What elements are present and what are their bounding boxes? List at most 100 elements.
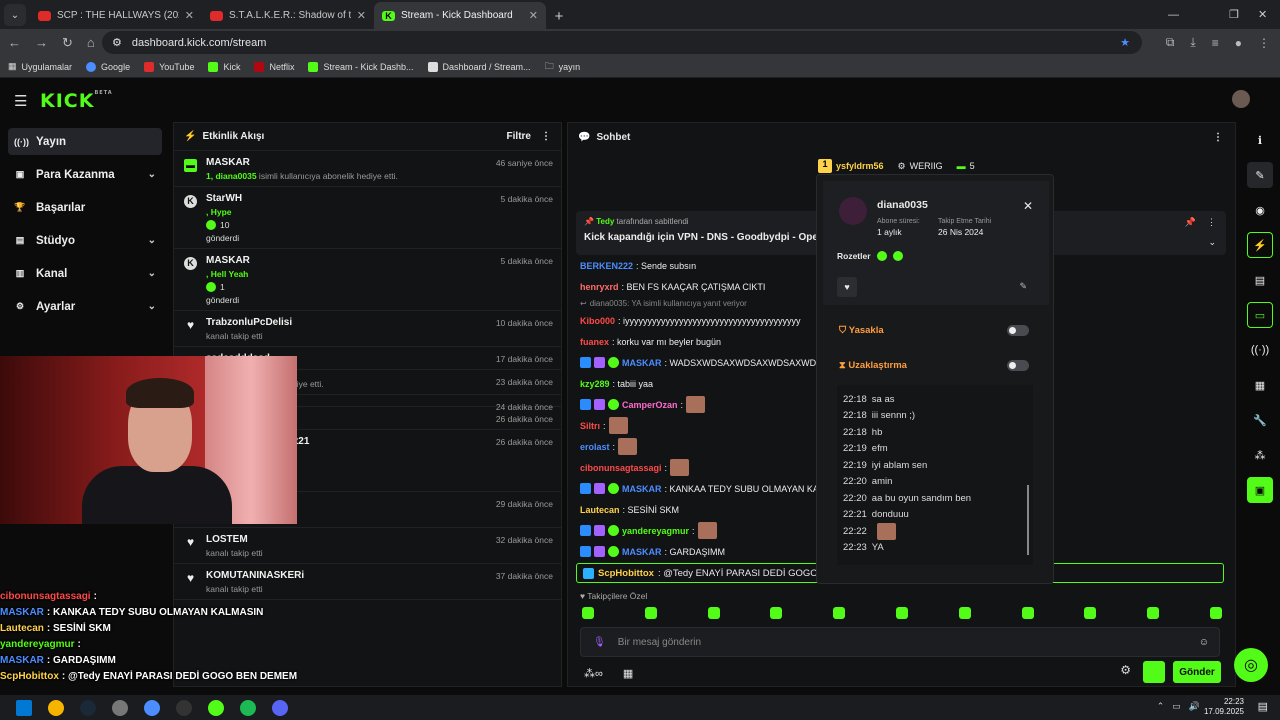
sidebar-item-studyo[interactable]: ▤ Stüdyo ⌄	[8, 227, 162, 254]
points-icon[interactable]: ⁂∞	[584, 667, 603, 680]
browser-tab[interactable]: SCP : THE HALLWAYS (2025) | E ✕	[30, 2, 202, 29]
wrench-icon[interactable]: 🔧	[1247, 407, 1273, 433]
feed-item[interactable]: K StarWH 5 dakika önce, Hype 10 gönderdi	[174, 187, 561, 249]
chat-username[interactable]: kzy289	[580, 379, 610, 389]
chat-username[interactable]: ScpHobittox	[598, 568, 654, 579]
chat-username[interactable]: cibonunsagtassagi	[580, 463, 662, 473]
kick-icon[interactable]	[208, 699, 224, 716]
sidebar-item-basarilar[interactable]: 🏆 Başarılar	[8, 194, 162, 221]
scrollbar[interactable]	[1027, 485, 1029, 555]
emote-icon[interactable]	[833, 607, 846, 619]
profile-icon[interactable]: ●	[1235, 36, 1242, 50]
chat-settings-icon[interactable]: ⚙	[1120, 663, 1131, 677]
chat-username[interactable]: MASKAR	[622, 547, 662, 557]
back-icon[interactable]: ←	[8, 35, 21, 50]
sidebar-item-ayarlar[interactable]: ⚙ Ayarlar ⌄	[8, 293, 162, 320]
emote-icon[interactable]	[1209, 607, 1222, 619]
forward-icon[interactable]: →	[35, 35, 48, 50]
sidebar-item-yayin[interactable]: ((·)) Yayın	[8, 128, 162, 155]
close-tab-icon[interactable]: ✕	[357, 9, 366, 22]
kick-logo[interactable]: KICKBETA	[40, 90, 113, 112]
close-icon[interactable]: ✕	[1023, 199, 1033, 213]
menu-icon[interactable]: ⋮	[1258, 36, 1270, 50]
info-icon[interactable]: ℹ	[1247, 127, 1273, 153]
sidebar-item-kanal[interactable]: ▥ Kanal ⌄	[8, 260, 162, 287]
site-info-icon[interactable]: ⚙	[112, 36, 122, 49]
more-options-icon[interactable]: ⋮	[1213, 132, 1223, 143]
capture-icon[interactable]: ◉	[1247, 197, 1273, 223]
feed-item[interactable]: ♥ TrabzonluPcDelisi 10 dakika önce kanalı t…	[174, 311, 561, 347]
emote-icon[interactable]	[644, 607, 657, 619]
chat-username[interactable]: yandereyagmur	[622, 526, 689, 536]
minimize-icon[interactable]: —	[1168, 0, 1179, 29]
leaderboard-user[interactable]: ysfyldrm56	[836, 161, 884, 171]
emote-icon[interactable]	[707, 607, 720, 619]
chevron-down-icon[interactable]: ⌄	[1208, 237, 1216, 248]
app-icon[interactable]	[144, 699, 160, 716]
emote-icon[interactable]	[895, 607, 908, 619]
network-icon[interactable]: ▭	[1172, 701, 1181, 712]
close-window-icon[interactable]: ✕	[1258, 0, 1267, 29]
bookmark-kick[interactable]: Kick	[208, 61, 240, 72]
extensions-icon[interactable]: ⧉	[1166, 35, 1175, 50]
chrome-icon[interactable]	[48, 699, 64, 716]
chat-username[interactable]: fuanex	[580, 337, 609, 347]
pin-user-icon[interactable]: ✎	[1019, 281, 1027, 292]
maximize-icon[interactable]: ❐	[1229, 0, 1239, 29]
feed-item[interactable]: K MASKAR 5 dakika önce, Hell Yeah 1 gönderdi	[174, 249, 561, 311]
url-field[interactable]: ⚙ dashboard.kick.com/stream ★	[102, 31, 1142, 54]
obs-icon[interactable]	[176, 699, 192, 716]
store-icon[interactable]: ▦	[1247, 372, 1273, 398]
bookmark-youtube[interactable]: YouTube	[144, 61, 194, 72]
edit-icon[interactable]: ✎	[1247, 162, 1273, 188]
app-icon[interactable]	[112, 699, 128, 716]
send-button[interactable]: Gönder	[1173, 661, 1221, 683]
chat-username[interactable]: Lautecan	[580, 505, 620, 515]
emote-icon[interactable]	[1021, 607, 1034, 619]
chat-username[interactable]: henryxrd	[580, 282, 619, 292]
chat-username[interactable]: CamperOzan	[622, 400, 678, 410]
chat-username[interactable]: Siltrı	[580, 421, 600, 431]
chat-username[interactable]: erolast	[580, 442, 610, 452]
more-options-icon[interactable]: ⋮	[541, 131, 551, 142]
emote-icon[interactable]	[958, 607, 971, 619]
media-icon[interactable]: ≡	[1212, 36, 1219, 50]
hamburger-icon[interactable]: ☰	[14, 92, 28, 110]
store-icon[interactable]: ▦	[623, 667, 633, 680]
user-avatar[interactable]	[1232, 90, 1250, 108]
lightning-icon[interactable]: ⚡	[1247, 232, 1273, 258]
chat-icon[interactable]: ▭	[1247, 302, 1273, 328]
bookmark-star-icon[interactable]: ★	[1120, 36, 1130, 49]
emote-icon[interactable]	[1147, 607, 1160, 619]
spotify-icon[interactable]	[240, 699, 256, 716]
bookmark-netflix[interactable]: Netflix	[254, 61, 294, 72]
reload-icon[interactable]: ↻	[62, 35, 73, 51]
filter-button[interactable]: Filtre	[507, 131, 531, 142]
emote-icon[interactable]	[582, 607, 594, 619]
chat-input[interactable]: 🎙 Bir mesaj gönderin ☺	[580, 627, 1220, 657]
broadcast-icon[interactable]: ((·))	[1247, 337, 1273, 363]
bookmark-folder[interactable]: 🗀 yayın	[545, 59, 581, 75]
pinned-options-icon[interactable]: ⋮	[1207, 217, 1216, 228]
chat-username[interactable]: MASKAR	[622, 484, 662, 494]
chat-username[interactable]: BERKEN222	[580, 261, 633, 271]
tab-search-button[interactable]: ⌄	[4, 4, 26, 26]
downloads-icon[interactable]: ⤓	[1190, 35, 1195, 50]
feed-item[interactable]: ♥ LOSTEM 32 dakika önce kanalı takip etti	[174, 528, 561, 564]
close-tab-icon[interactable]: ✕	[529, 9, 538, 22]
notification-icon[interactable]: ▤	[1258, 700, 1268, 713]
document-icon[interactable]: ▤	[1247, 267, 1273, 293]
unpin-icon[interactable]: 📌	[1185, 217, 1196, 228]
home-icon[interactable]: ⌂	[87, 35, 95, 50]
feed-item[interactable]: ▬ MASKAR 46 saniye önce 1, diana0035 isimli…	[174, 151, 561, 187]
bookmark-dashboard[interactable]: Dashboard / Stream...	[427, 61, 531, 72]
chat-username[interactable]: Kibo000	[580, 316, 615, 326]
sidebar-item-para-kazanma[interactable]: ▣ Para Kazanma ⌄	[8, 161, 162, 188]
ban-toggle[interactable]	[1007, 324, 1029, 336]
emote-icon[interactable]	[1084, 607, 1097, 619]
emote-icon[interactable]	[770, 607, 783, 619]
close-tab-icon[interactable]: ✕	[185, 9, 194, 22]
clapper-icon[interactable]: ▣	[1247, 477, 1273, 503]
support-button[interactable]: ◎	[1234, 648, 1268, 682]
user-card-username[interactable]: diana0035	[877, 199, 928, 211]
